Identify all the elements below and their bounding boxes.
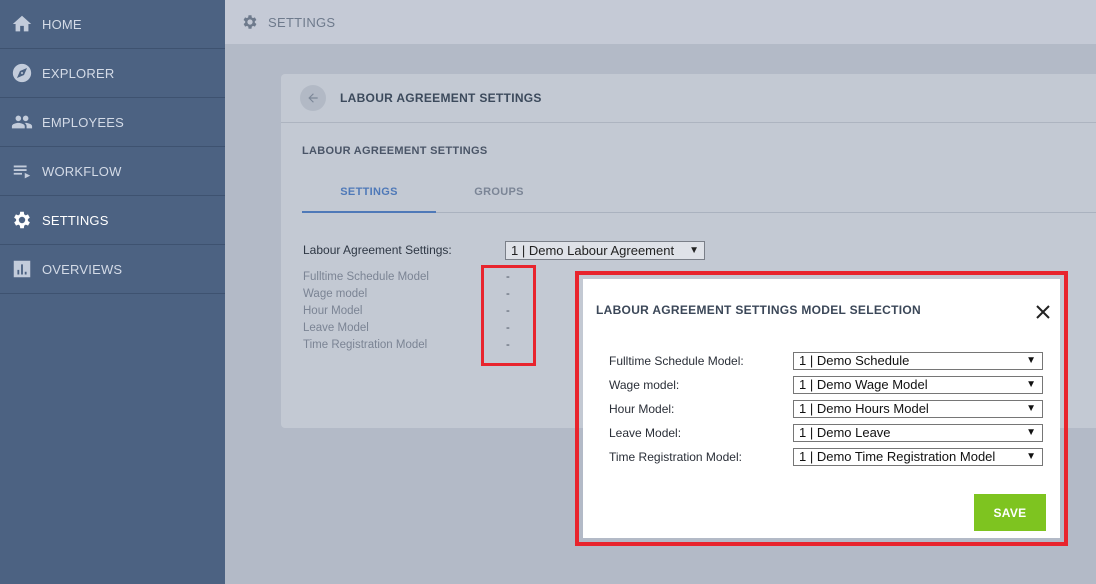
select-value: 1 | Demo Schedule bbox=[799, 353, 910, 368]
section-title: LABOUR AGREEMENT SETTINGS bbox=[302, 145, 488, 157]
sidebar-item-label: EMPLOYEES bbox=[42, 114, 124, 130]
field-row: Wage model - bbox=[303, 288, 510, 305]
labour-agreement-label: Labour Agreement Settings: bbox=[303, 243, 452, 257]
field-row: Hour Model - bbox=[303, 305, 510, 322]
compass-icon bbox=[11, 62, 33, 84]
dropdown-arrow-icon: ▼ bbox=[689, 245, 699, 256]
home-icon bbox=[11, 13, 33, 35]
labour-agreement-select-value: 1 | Demo Labour Agreement bbox=[511, 243, 675, 258]
sidebar-item-label: SETTINGS bbox=[42, 212, 109, 228]
modal-row-label: Fulltime Schedule Model: bbox=[609, 354, 744, 368]
sidebar-item-overviews[interactable]: OVERVIEWS bbox=[0, 245, 225, 294]
tab-settings[interactable]: SETTINGS bbox=[302, 176, 436, 213]
modal-row-label: Time Registration Model: bbox=[609, 450, 742, 464]
labour-agreement-select[interactable]: 1 | Demo Labour Agreement ▼ bbox=[505, 241, 705, 260]
fulltime-schedule-select[interactable]: 1 | Demo Schedule ▼ bbox=[793, 352, 1043, 370]
field-row: Leave Model - bbox=[303, 322, 510, 339]
dropdown-arrow-icon: ▼ bbox=[1026, 379, 1036, 390]
close-button[interactable] bbox=[1034, 303, 1052, 321]
modal-row-leave: Leave Model: 1 | Demo Leave ▼ bbox=[609, 424, 1043, 442]
field-row: Fulltime Schedule Model - bbox=[303, 271, 510, 288]
modal-row-fulltime-schedule: Fulltime Schedule Model: 1 | Demo Schedu… bbox=[609, 352, 1043, 370]
sidebar: HOME EXPLORER EMPLOYEES WORKFLOW SETTING… bbox=[0, 0, 225, 584]
sidebar-item-workflow[interactable]: WORKFLOW bbox=[0, 147, 225, 196]
sidebar-item-explorer[interactable]: EXPLORER bbox=[0, 49, 225, 98]
modal-row-label: Leave Model: bbox=[609, 426, 682, 440]
close-icon bbox=[1036, 305, 1050, 319]
dropdown-arrow-icon: ▼ bbox=[1026, 403, 1036, 414]
modal-title: LABOUR AGREEMENT SETTINGS MODEL SELECTIO… bbox=[596, 303, 921, 317]
field-label: Wage model bbox=[303, 288, 368, 300]
card-header: LABOUR AGREEMENT SETTINGS bbox=[281, 74, 1096, 123]
select-value: 1 | Demo Time Registration Model bbox=[799, 449, 996, 464]
modal-row-hour: Hour Model: 1 | Demo Hours Model ▼ bbox=[609, 400, 1043, 418]
field-label: Hour Model bbox=[303, 305, 363, 317]
time-registration-model-select[interactable]: 1 | Demo Time Registration Model ▼ bbox=[793, 448, 1043, 466]
modal-row-label: Wage model: bbox=[609, 378, 680, 392]
highlight-box-values bbox=[481, 265, 536, 366]
model-selection-modal: LABOUR AGREEMENT SETTINGS MODEL SELECTIO… bbox=[583, 279, 1060, 538]
modal-row-label: Hour Model: bbox=[609, 402, 675, 416]
sidebar-item-label: WORKFLOW bbox=[42, 163, 122, 179]
field-label: Fulltime Schedule Model bbox=[303, 271, 429, 283]
modal-row-wage: Wage model: 1 | Demo Wage Model ▼ bbox=[609, 376, 1043, 394]
back-button[interactable] bbox=[300, 85, 326, 111]
dropdown-arrow-icon: ▼ bbox=[1026, 451, 1036, 462]
arrow-left-icon bbox=[308, 93, 318, 103]
sidebar-item-label: OVERVIEWS bbox=[42, 261, 123, 277]
leave-model-select[interactable]: 1 | Demo Leave ▼ bbox=[793, 424, 1043, 442]
sidebar-item-settings[interactable]: SETTINGS bbox=[0, 196, 225, 245]
field-label: Leave Model bbox=[303, 322, 369, 334]
list-icon bbox=[11, 160, 33, 182]
top-bar: SETTINGS bbox=[225, 0, 1096, 44]
field-label: Time Registration Model bbox=[303, 339, 428, 351]
dropdown-arrow-icon: ▼ bbox=[1026, 355, 1036, 366]
tab-bar: SETTINGS GROUPS bbox=[302, 176, 1096, 213]
page-title: SETTINGS bbox=[268, 14, 336, 30]
sidebar-item-label: HOME bbox=[42, 16, 82, 32]
sidebar-item-label: EXPLORER bbox=[42, 65, 115, 81]
gear-icon bbox=[241, 13, 259, 31]
field-row: Time Registration Model - bbox=[303, 339, 510, 356]
hour-model-select[interactable]: 1 | Demo Hours Model ▼ bbox=[793, 400, 1043, 418]
modal-row-time-registration: Time Registration Model: 1 | Demo Time R… bbox=[609, 448, 1043, 466]
select-value: 1 | Demo Leave bbox=[799, 425, 891, 440]
bar-chart-icon bbox=[11, 258, 33, 280]
select-value: 1 | Demo Wage Model bbox=[799, 377, 928, 392]
tab-groups[interactable]: GROUPS bbox=[432, 176, 566, 213]
save-button[interactable]: SAVE bbox=[974, 494, 1046, 531]
select-value: 1 | Demo Hours Model bbox=[799, 401, 929, 416]
sidebar-item-employees[interactable]: EMPLOYEES bbox=[0, 98, 225, 147]
dropdown-arrow-icon: ▼ bbox=[1026, 427, 1036, 438]
wage-model-select[interactable]: 1 | Demo Wage Model ▼ bbox=[793, 376, 1043, 394]
card-title: LABOUR AGREEMENT SETTINGS bbox=[340, 91, 542, 105]
sidebar-item-home[interactable]: HOME bbox=[0, 0, 225, 49]
model-fields: Fulltime Schedule Model - Wage model - H… bbox=[303, 271, 510, 356]
gear-icon bbox=[11, 209, 33, 231]
people-icon bbox=[11, 111, 33, 133]
